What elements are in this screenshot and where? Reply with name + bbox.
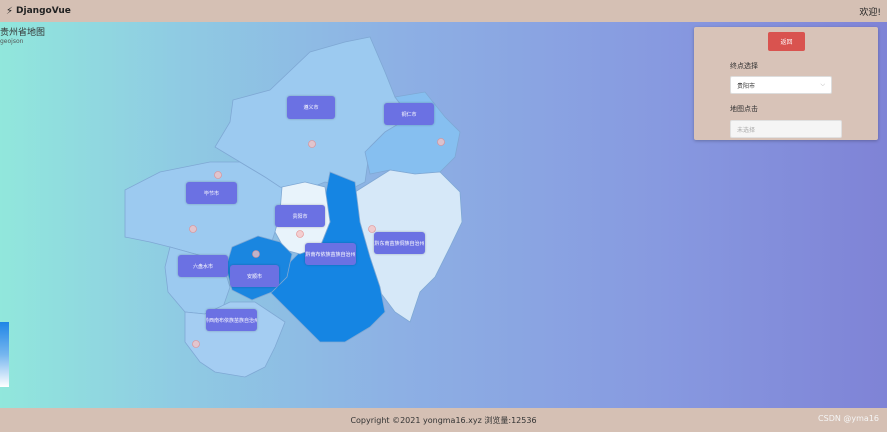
city-marker-icon[interactable] [308,140,316,148]
city-label[interactable]: 铜仁市 [384,103,434,125]
endpoint-select[interactable]: 贵阳市 ⌵ [730,76,832,94]
city-label[interactable]: 安顺市 [230,265,279,287]
watermark: CSDN @yma16 [818,414,879,423]
map-click-input[interactable]: 未选择 [730,120,842,138]
city-label[interactable]: 黔东南苗族侗族自治州 [374,232,425,254]
visual-map-legend[interactable] [0,322,9,387]
footer: Copyright ©2021 yongma16.xyz 浏览量:12536 C… [0,408,887,432]
city-marker-icon[interactable] [296,230,304,238]
brand[interactable]: ⚡ DjangoVue [6,6,71,17]
city-marker-icon[interactable] [192,340,200,348]
endpoint-label: 终点选择 [730,62,758,70]
top-navbar: ⚡ DjangoVue 欢迎! [0,0,887,22]
city-label[interactable]: 黔西南布依族苗族自治州 [206,309,257,331]
city-marker-icon[interactable] [368,225,376,233]
control-panel: 返回 终点选择 贵阳市 ⌵ 地图点击 未选择 [694,27,878,140]
back-button[interactable]: 返回 [768,32,805,51]
city-marker-icon[interactable] [189,225,197,233]
city-marker-icon[interactable] [437,138,445,146]
map-click-label: 地图点击 [730,105,758,113]
city-label[interactable]: 六盘水市 [178,255,228,277]
copyright-text: Copyright ©2021 yongma16.xyz 浏览量:12536 [350,415,537,425]
brand-name: DjangoVue [16,6,71,16]
endpoint-selected-value: 贵阳市 [737,82,756,90]
city-label[interactable]: 贵阳市 [275,205,325,227]
django-logo-icon: ⚡ [6,5,14,17]
map-stage: 贵州省地图 geojson 遵义市 铜仁市 毕节市 贵阳市 黔东南苗族侗族自治州… [0,22,887,408]
welcome-text: 欢迎! [859,7,881,18]
city-label[interactable]: 毕节市 [186,182,237,204]
city-label[interactable]: 黔南布依族苗族自治州 [305,243,356,265]
city-label[interactable]: 遵义市 [287,96,335,119]
chevron-down-icon: ⌵ [820,81,825,88]
city-marker-icon[interactable] [252,250,260,258]
bottom-strip [0,432,887,440]
city-marker-icon[interactable] [214,171,222,179]
